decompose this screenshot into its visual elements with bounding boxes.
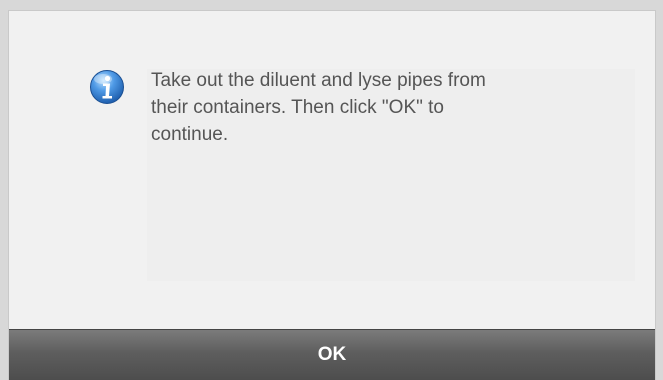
info-dialog: Take out the diluent and lyse pipes from… [8,10,656,380]
dialog-message: Take out the diluent and lyse pipes from… [151,70,486,145]
ok-button[interactable]: OK [9,329,655,380]
info-icon [89,69,125,105]
